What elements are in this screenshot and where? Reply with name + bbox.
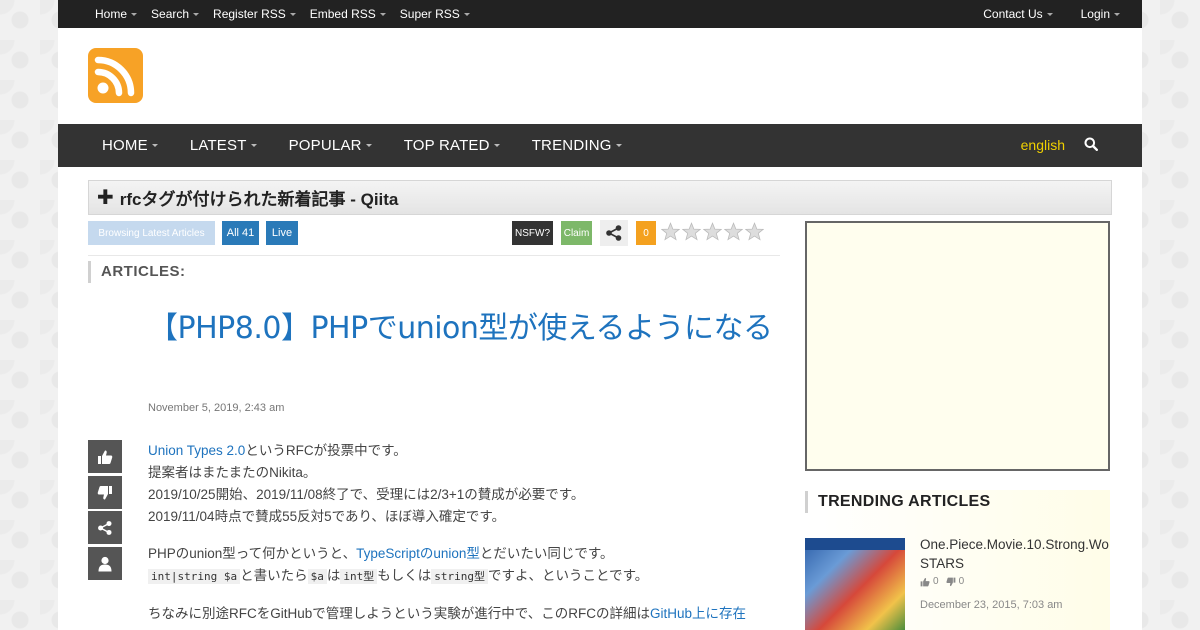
nav-latest[interactable]: LATEST (190, 137, 257, 154)
divider (88, 255, 780, 256)
star-icon[interactable] (682, 222, 701, 241)
share-article-button[interactable] (88, 511, 122, 544)
top-bar-right: Contact Us Login (955, 7, 1120, 21)
trending-article-votes: 0 0 (920, 576, 964, 587)
caret-down-icon (463, 12, 470, 16)
thumbs-up-icon (98, 450, 113, 464)
star-icon[interactable] (703, 222, 722, 241)
plus-icon[interactable]: ✚ (97, 188, 114, 208)
nav-trending[interactable]: TRENDING (532, 137, 622, 154)
page-container: Home Search Register RSS Embed RSS Super… (58, 0, 1142, 630)
page-title-bar: ✚ rfcタグが付けられた新着記事 - Qiita (88, 180, 1112, 215)
caret-down-icon (1114, 12, 1120, 16)
browse-latest-button[interactable]: Browsing Latest Articles (88, 221, 215, 245)
github-link[interactable]: GitHub上に存在 (650, 606, 746, 621)
article-title-link[interactable]: 【PHP8.0】PHPでunion型が使えるようになる (148, 308, 773, 350)
trending-article-title[interactable]: One.Piece.Movie.10.Strong.Wo STARS (920, 535, 1115, 573)
caret-down-icon (151, 144, 158, 147)
author-button[interactable] (88, 547, 122, 580)
caret-down-icon (289, 12, 296, 16)
live-button[interactable]: Live (266, 221, 298, 245)
caret-down-icon (1046, 12, 1053, 16)
all-articles-button[interactable]: All 41 (222, 221, 259, 245)
search-icon[interactable] (1084, 137, 1099, 156)
main-navigation: HOME LATEST POPULAR TOP RATED TRENDING e… (58, 124, 1142, 167)
page-title: rfcタグが付けられた新着記事 - Qiita (119, 190, 399, 209)
caret-down-icon (131, 12, 138, 16)
article-paragraph: PHPのunion型って何かというと、TypeScriptのunion型とだいた… (148, 546, 649, 584)
star-rating[interactable] (661, 222, 764, 241)
star-icon[interactable] (661, 222, 680, 241)
rating-count-badge: 0 (636, 221, 656, 245)
share-icon (606, 225, 622, 241)
ad-placeholder[interactable] (805, 221, 1110, 471)
top-bar: Home Search Register RSS Embed RSS Super… (58, 0, 1142, 28)
star-icon[interactable] (724, 222, 743, 241)
trending-articles-widget: TRENDING ARTICLES One.Piece.Movie.10.Str… (805, 490, 1110, 630)
dislike-button[interactable] (88, 476, 122, 509)
top-bar-left: Home Search Register RSS Embed RSS Super… (95, 7, 484, 21)
like-button[interactable] (88, 440, 122, 473)
trending-article-thumbnail[interactable] (805, 538, 905, 630)
claim-button[interactable]: Claim (561, 221, 592, 245)
share-icon (98, 520, 112, 535)
top-menu-embed-rss[interactable]: Embed RSS (310, 7, 386, 21)
top-menu-home[interactable]: Home (95, 7, 138, 21)
rss-logo-icon[interactable] (88, 48, 143, 103)
caret-down-icon (250, 144, 257, 147)
nav-popular[interactable]: POPULAR (289, 137, 372, 154)
article-body: Union Types 2.0というRFCが投票中です。 提案者はまたまたのNi… (148, 440, 783, 630)
site-header (58, 28, 1142, 124)
trending-heading: TRENDING ARTICLES (805, 491, 1110, 513)
nav-home[interactable]: HOME (102, 137, 158, 154)
thumbs-down-icon (97, 485, 112, 499)
caret-down-icon (379, 12, 386, 16)
share-button[interactable] (600, 220, 628, 246)
star-icon[interactable] (745, 222, 764, 241)
top-menu-register-rss[interactable]: Register RSS (213, 7, 296, 21)
nav-top-rated[interactable]: TOP RATED (404, 137, 500, 154)
language-selector[interactable]: english (1021, 137, 1065, 153)
thumbs-down-icon (946, 577, 955, 586)
top-menu-super-rss[interactable]: Super RSS (400, 7, 470, 21)
caret-down-icon (193, 12, 200, 16)
article-date: November 5, 2019, 2:43 am (148, 402, 285, 414)
nsfw-button[interactable]: NSFW? (512, 221, 553, 245)
article-paragraph: Union Types 2.0というRFCが投票中です。 提案者はまたまたのNi… (148, 443, 585, 524)
thumbs-up-icon (920, 577, 930, 586)
article-paragraph: ちなみに別途RFCをGitHubで管理しようという実験が進行中で、このRFCの詳… (148, 606, 746, 621)
typescript-union-link[interactable]: TypeScriptのunion型 (356, 546, 480, 561)
user-icon (98, 556, 112, 571)
caret-down-icon (493, 144, 500, 147)
trending-article-date: December 23, 2015, 7:03 am (920, 599, 1063, 611)
union-types-link[interactable]: Union Types 2.0 (148, 443, 245, 458)
thumbnail-header-band (805, 538, 905, 550)
top-menu-contact-us[interactable]: Contact Us (983, 7, 1053, 21)
top-menu-search[interactable]: Search (151, 7, 200, 21)
caret-down-icon (365, 144, 372, 147)
articles-heading: ARTICLES: (88, 261, 186, 283)
caret-down-icon (615, 144, 622, 147)
top-menu-login[interactable]: Login (1081, 7, 1120, 21)
